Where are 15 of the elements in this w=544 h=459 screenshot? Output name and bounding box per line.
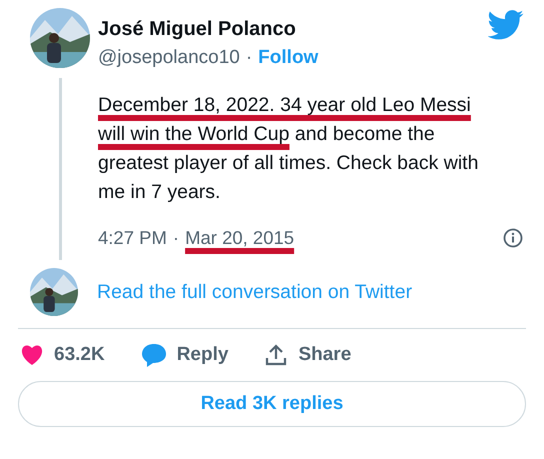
author-name: José Miguel Polanco	[98, 18, 296, 41]
author-handle: @josepolanco10	[98, 47, 240, 69]
reply-button[interactable]: Reply	[140, 343, 228, 367]
speech-bubble-icon	[140, 343, 167, 367]
share-icon	[264, 343, 288, 367]
bird-logo-icon[interactable]	[488, 10, 524, 40]
like-button[interactable]: 63.2K	[20, 344, 105, 366]
tweet-date[interactable]: Mar 20, 2015	[185, 227, 294, 249]
tweet-time: 4:27 PM	[98, 227, 167, 249]
separator-dot: ·	[246, 47, 252, 69]
tweet-text: December 18, 2022. 34 year old Leo Messi will win the World Cup and become the greatest player of all times. Check back with me in 7 years.	[98, 93, 480, 205]
separator-dot: ·	[172, 227, 180, 249]
info-icon[interactable]	[503, 228, 523, 248]
share-button[interactable]: Share	[264, 343, 352, 367]
heart-icon	[20, 344, 44, 366]
